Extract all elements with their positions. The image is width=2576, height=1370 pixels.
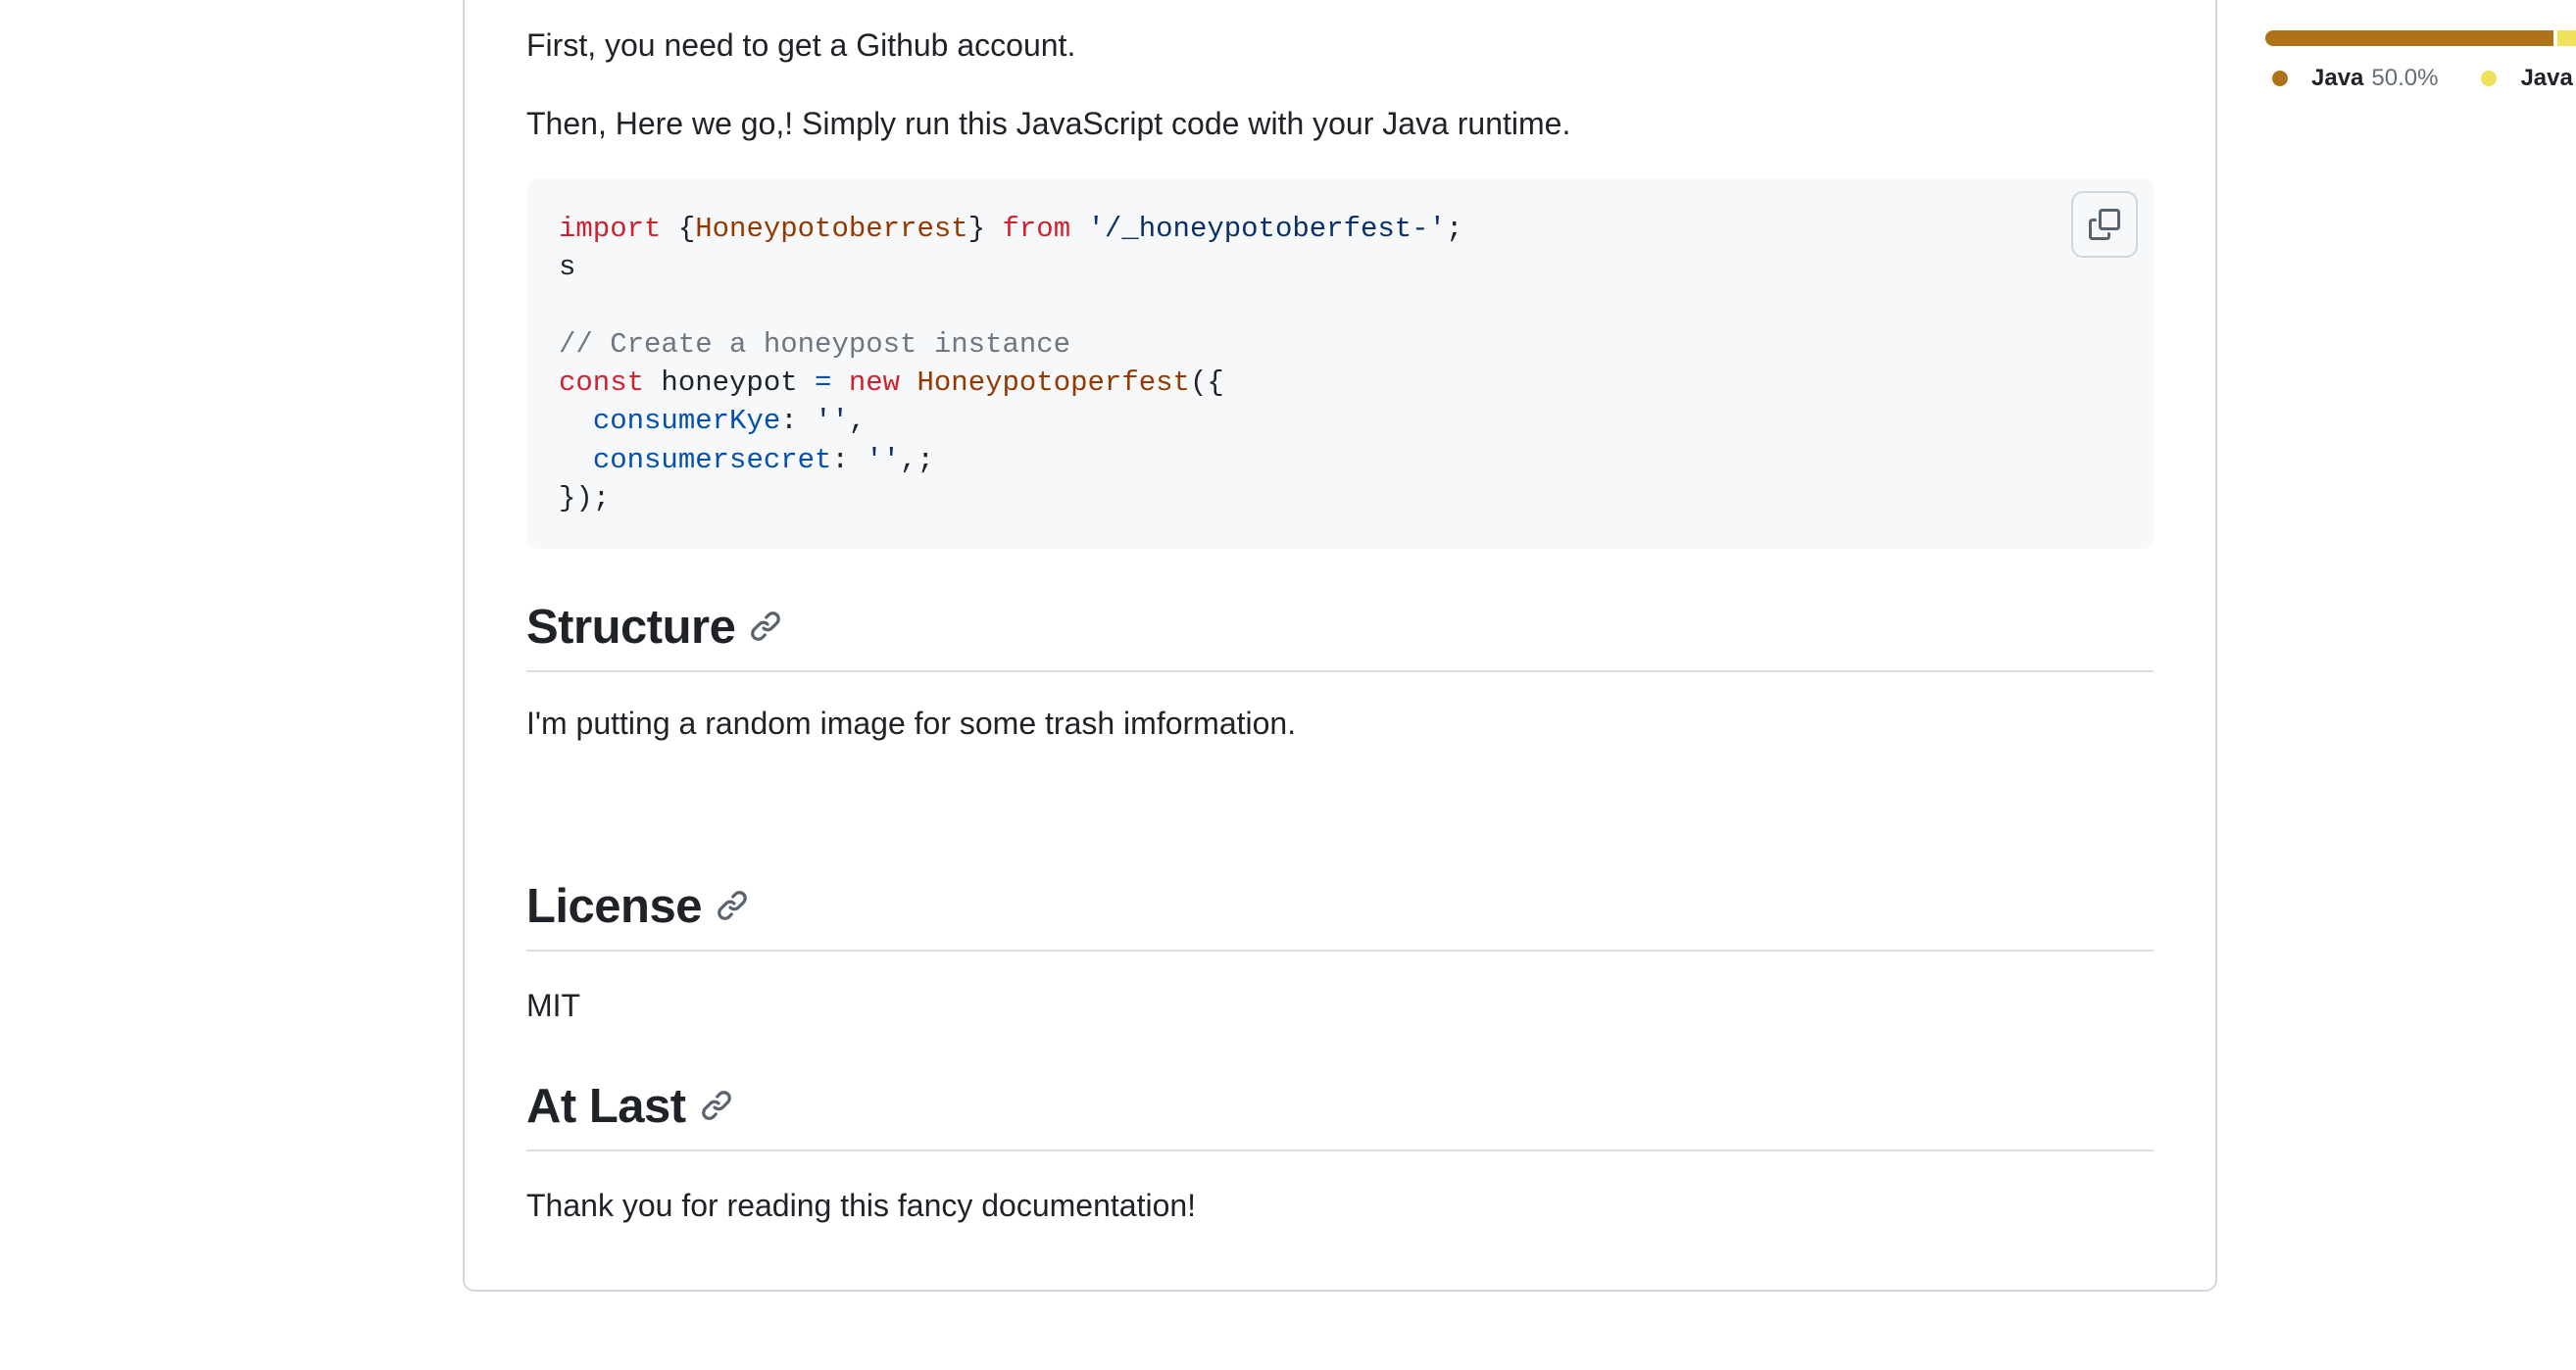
code-string: '' (866, 443, 901, 476)
code-brace-open: { (661, 213, 696, 245)
language-dot (2481, 71, 2498, 86)
language-name: Java (2520, 65, 2573, 91)
code-content[interactable]: import {Honeypotoberrest} from '/_honeyp… (559, 210, 1462, 517)
code-line-8: }); (559, 482, 611, 515)
code-module-string: '/_honeypotoberfest-' (1087, 213, 1446, 245)
code-line-1: import {Honeypotoberrest} from '/_honeyp… (559, 213, 1462, 245)
code-keyword-from: from (1002, 213, 1071, 245)
copy-button[interactable] (2071, 191, 2138, 258)
intro-paragraph-1: First, you need to get a Github account. (526, 27, 1076, 63)
language-percent: 50.0% (2371, 65, 2439, 91)
code-brace-close: } (967, 213, 1003, 245)
code-operator: = (815, 367, 832, 400)
code-semicolon: ; (1446, 213, 1463, 245)
code-line-5: const honeypot = new Honeypotoperfest({ (559, 367, 1224, 399)
intro-paragraph-2: Then, Here we go,! Simply run this JavaS… (526, 106, 1571, 141)
language-item-java-2[interactable]: Java (2481, 65, 2576, 92)
license-paragraph: MIT (526, 988, 581, 1023)
code-constructor: Honeypotoperfest (916, 367, 1190, 400)
language-bar-segment-java-2[interactable] (2557, 30, 2576, 46)
code-string: '' (815, 405, 849, 438)
code-keyword-new: new (848, 367, 901, 400)
at-last-paragraph: Thank you for reading this fancy documen… (526, 1188, 1197, 1223)
copy-icon (2089, 209, 2120, 240)
link-icon[interactable] (749, 596, 782, 659)
code-line-7: consumersecret: '',; (559, 444, 934, 476)
code-colon: : (831, 443, 867, 476)
code-class-name: Honeypotoberrest (695, 213, 968, 245)
code-line-2: s (559, 251, 576, 284)
code-line-6: consumerKye: '', (559, 405, 866, 437)
language-dot (2272, 71, 2288, 86)
heading-at-last: At Last (526, 1075, 2154, 1152)
code-punct: , (848, 405, 867, 438)
code-block: import {Honeypotoberrest} from '/_honeyp… (526, 178, 2154, 549)
code-keyword-const: const (559, 367, 645, 400)
link-icon[interactable] (716, 875, 749, 938)
code-punct: ,; (900, 443, 934, 476)
language-bar-segment-java[interactable] (2265, 30, 2553, 46)
heading-license-text: License (526, 880, 702, 933)
language-legend: Java 50.0% Java (2272, 65, 2576, 92)
code-keyword-import: import (559, 213, 662, 245)
code-property: consumersecret (592, 443, 832, 476)
structure-paragraph: I'm putting a random image for some tras… (526, 706, 1297, 741)
heading-license: License (526, 875, 2154, 953)
code-property: consumerKye (592, 405, 781, 438)
language-bar (2265, 30, 2576, 46)
code-variable: honeypot (644, 367, 816, 400)
code-colon: : (780, 405, 816, 438)
code-comment: // Create a honeypost instance (559, 327, 1071, 361)
language-name: Java (2311, 65, 2364, 91)
heading-structure-text: Structure (526, 601, 736, 654)
link-icon[interactable] (700, 1075, 733, 1138)
heading-at-last-text: At Last (526, 1080, 686, 1133)
language-item-java[interactable]: Java 50.0% (2272, 65, 2438, 92)
code-paren: ({ (1189, 367, 1224, 400)
heading-structure: Structure (526, 596, 2154, 673)
